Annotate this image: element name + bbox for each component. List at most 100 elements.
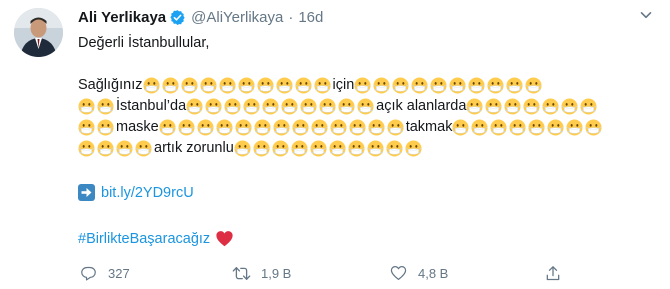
retweet-button[interactable]: 1,9 B — [231, 263, 291, 283]
face-with-medical-mask-emoji — [490, 119, 507, 136]
face-with-medical-mask-emoji — [348, 140, 365, 157]
face-with-medical-mask-emoji — [224, 98, 241, 115]
face-with-medical-mask-emoji — [319, 98, 336, 115]
face-with-medical-mask-emoji — [313, 77, 331, 94]
tweet-word: artık zorunlu — [154, 140, 234, 156]
short-link[interactable]: bit.ly/2YD9rcU — [101, 185, 194, 201]
face-with-medical-mask-emoji — [311, 119, 328, 136]
face-with-medical-mask-emoji — [78, 140, 95, 157]
face-with-medical-mask-emoji — [97, 98, 114, 115]
reply-button[interactable]: 327 — [78, 263, 130, 283]
face-with-medical-mask-emoji — [561, 98, 578, 115]
face-with-medical-mask-emoji — [523, 98, 540, 115]
face-with-medical-mask-emoji — [235, 119, 252, 136]
hashtag-link[interactable]: #BirlikteBaşaracağız — [78, 231, 210, 247]
face-with-medical-mask-emoji — [547, 119, 564, 136]
face-with-medical-mask-emoji — [349, 119, 366, 136]
tweet-word: takmak — [405, 119, 453, 135]
face-with-medical-mask-emoji — [116, 140, 133, 157]
display-name[interactable]: Ali Yerlikaya — [78, 9, 166, 26]
tweet-word: İstanbul’da — [116, 98, 187, 114]
face-with-medical-mask-emoji — [452, 119, 469, 136]
face-with-medical-mask-emoji — [338, 98, 355, 115]
tweet-text: Değerli İstanbullular, Sağlığınız için İst… — [78, 33, 663, 159]
face-with-medical-mask-emoji — [272, 140, 289, 157]
face-with-medical-mask-emoji — [487, 77, 504, 94]
face-with-medical-mask-emoji — [205, 98, 222, 115]
face-with-medical-mask-emoji — [216, 119, 233, 136]
face-with-medical-mask-emoji — [234, 140, 251, 157]
face-with-medical-mask-emoji — [405, 140, 422, 157]
tweet-line: Sağlığınız için — [78, 75, 663, 96]
face-with-medical-mask-emoji — [566, 119, 583, 136]
tweet-word: Sağlığınız — [78, 77, 143, 93]
face-with-medical-mask-emoji — [528, 119, 545, 136]
face-with-medical-mask-emoji — [525, 77, 542, 94]
tweet-line: İstanbul’da açık alanlarda — [78, 96, 663, 117]
tweet-actions: 327 1,9 B 4,8 B — [78, 263, 598, 283]
face-with-medical-mask-emoji — [281, 98, 298, 115]
face-with-medical-mask-emoji — [180, 77, 198, 94]
face-with-medical-mask-emoji — [291, 140, 308, 157]
face-with-medical-mask-emoji — [449, 77, 466, 94]
tweet-header: Ali Yerlikaya @AliYerlikaya · 16d — [78, 6, 323, 28]
header-separator: · — [288, 8, 294, 26]
face-with-medical-mask-emoji — [178, 119, 195, 136]
face-with-medical-mask-emoji — [542, 98, 559, 115]
share-icon — [543, 263, 563, 283]
face-with-medical-mask-emoji — [580, 98, 597, 115]
face-with-medical-mask-emoji — [78, 98, 95, 115]
face-with-medical-mask-emoji — [430, 77, 447, 94]
chevron-down-icon[interactable] — [634, 4, 658, 26]
like-count: 4,8 B — [418, 265, 449, 281]
face-with-medical-mask-emoji — [485, 98, 502, 115]
retweet-count: 1,9 B — [261, 265, 292, 281]
face-with-medical-mask-emoji — [253, 140, 270, 157]
face-with-medical-mask-emoji — [509, 119, 526, 136]
reply-count: 327 — [108, 265, 130, 281]
right-arrow-icon — [78, 184, 95, 201]
face-with-medical-mask-emoji — [262, 98, 279, 115]
face-with-medical-mask-emoji — [254, 119, 271, 136]
face-with-medical-mask-emoji — [237, 77, 255, 94]
face-with-medical-mask-emoji — [411, 77, 428, 94]
face-with-medical-mask-emoji — [300, 98, 317, 115]
verified-badge-icon — [169, 9, 186, 26]
face-with-medical-mask-emoji — [243, 98, 260, 115]
timestamp[interactable]: 16d — [298, 9, 323, 26]
face-with-medical-mask-emoji — [373, 77, 390, 94]
face-with-medical-mask-emoji — [159, 119, 176, 136]
avatar[interactable] — [14, 8, 63, 57]
face-with-medical-mask-emoji — [275, 77, 293, 94]
tweet-line: artık zorunlu — [78, 138, 663, 159]
face-with-medical-mask-emoji — [256, 77, 274, 94]
face-with-medical-mask-emoji — [354, 77, 371, 94]
face-with-medical-mask-emoji — [386, 140, 403, 157]
tweet-card: Ali Yerlikaya @AliYerlikaya · 16d Değerl… — [0, 0, 670, 289]
emoji-lines: Sağlığınız için İstanbul’da açık alanlarda m… — [78, 75, 663, 159]
like-button[interactable]: 4,8 B — [388, 263, 448, 283]
face-with-medical-mask-emoji — [468, 77, 485, 94]
user-handle[interactable]: @AliYerlikaya — [191, 9, 283, 26]
heart-outline-icon — [388, 263, 408, 283]
face-with-medical-mask-emoji — [197, 119, 214, 136]
face-with-medical-mask-emoji — [367, 140, 384, 157]
hashtag-row: #BirlikteBaşaracağız — [78, 230, 234, 247]
face-with-medical-mask-emoji — [199, 77, 217, 94]
face-with-medical-mask-emoji — [142, 77, 160, 94]
tweet-word: açık alanlarda — [376, 98, 467, 114]
face-with-medical-mask-emoji — [504, 98, 521, 115]
tweet-word: için — [332, 77, 355, 93]
red-heart-icon — [215, 230, 234, 247]
face-with-medical-mask-emoji — [97, 119, 114, 136]
link-row: bit.ly/2YD9rcU — [78, 184, 194, 201]
face-with-medical-mask-emoji — [471, 119, 488, 136]
face-with-medical-mask-emoji — [585, 119, 602, 136]
face-with-medical-mask-emoji — [310, 140, 327, 157]
face-with-medical-mask-emoji — [186, 98, 203, 115]
face-with-medical-mask-emoji — [292, 119, 309, 136]
face-with-medical-mask-emoji — [330, 119, 347, 136]
share-button[interactable] — [543, 263, 563, 283]
face-with-medical-mask-emoji — [135, 140, 152, 157]
